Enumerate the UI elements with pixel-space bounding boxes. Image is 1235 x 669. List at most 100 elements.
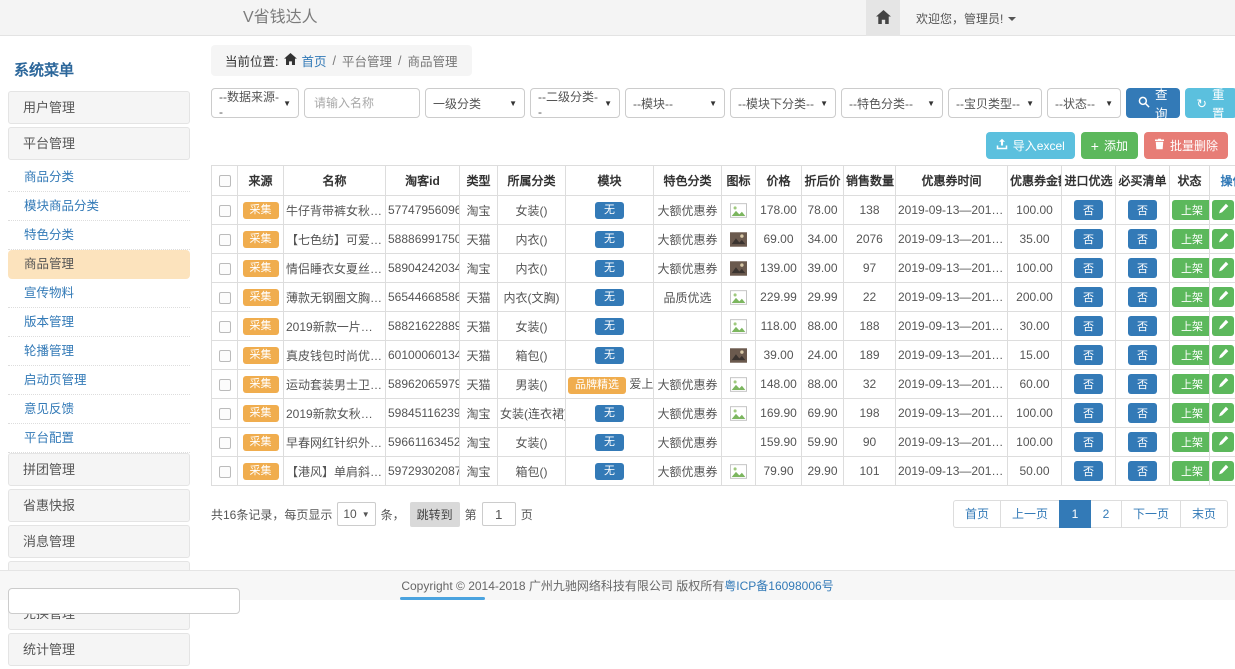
- page-button-3[interactable]: 2: [1090, 500, 1122, 528]
- sidebar-item-10[interactable]: 意见反馈: [8, 395, 190, 424]
- must-buy-toggle[interactable]: 否: [1128, 461, 1157, 481]
- edit-button[interactable]: [1212, 461, 1234, 481]
- sidebar-item-8[interactable]: 轮播管理: [8, 337, 190, 366]
- row-checkbox[interactable]: [219, 466, 231, 478]
- status-button[interactable]: 上架: [1172, 316, 1210, 336]
- edit-button[interactable]: [1212, 345, 1234, 365]
- row-checkbox[interactable]: [219, 205, 231, 217]
- filter-select-7[interactable]: --宝贝类型--▼: [948, 88, 1042, 118]
- import-select-toggle[interactable]: 否: [1074, 374, 1103, 394]
- page-button-4[interactable]: 下一页: [1121, 500, 1181, 528]
- import-select-toggle[interactable]: 否: [1074, 200, 1103, 220]
- sidebar-item-4[interactable]: 特色分类: [8, 221, 190, 250]
- import-select-toggle[interactable]: 否: [1074, 229, 1103, 249]
- home-button[interactable]: [866, 0, 900, 36]
- must-buy-toggle[interactable]: 否: [1128, 432, 1157, 452]
- import-select-toggle[interactable]: 否: [1074, 287, 1103, 307]
- sidebar-item-2[interactable]: 商品分类: [8, 163, 190, 192]
- sidebar-item-11[interactable]: 平台配置: [8, 424, 190, 453]
- sidebar-item-1[interactable]: 平台管理: [8, 127, 190, 160]
- must-buy-toggle[interactable]: 否: [1128, 374, 1157, 394]
- must-buy-toggle[interactable]: 否: [1128, 345, 1157, 365]
- import-select-toggle[interactable]: 否: [1074, 316, 1103, 336]
- import-select-toggle[interactable]: 否: [1074, 345, 1103, 365]
- must-buy-toggle[interactable]: 否: [1128, 403, 1157, 423]
- edit-button[interactable]: [1212, 403, 1234, 423]
- sidebar-item-0[interactable]: 用户管理: [8, 91, 190, 124]
- status-button[interactable]: 上架: [1172, 432, 1210, 452]
- filter-select-3[interactable]: --二级分类--▼: [530, 88, 620, 118]
- sidebar-item-13[interactable]: 省惠快报: [8, 489, 190, 522]
- edit-button[interactable]: [1212, 200, 1234, 220]
- edit-button[interactable]: [1212, 432, 1234, 452]
- taoke-id: 565446685867: [386, 283, 460, 312]
- import-select-toggle[interactable]: 否: [1074, 432, 1103, 452]
- sidebar-item-3[interactable]: 模块商品分类: [8, 192, 190, 221]
- row-checkbox[interactable]: [219, 263, 231, 275]
- sidebar-item-14[interactable]: 消息管理: [8, 525, 190, 558]
- filter-select-6[interactable]: --特色分类--▼: [841, 88, 943, 118]
- user-menu[interactable]: 欢迎您，管理员!: [916, 10, 1016, 27]
- row-checkbox[interactable]: [219, 292, 231, 304]
- jump-button[interactable]: 跳转到: [410, 502, 460, 527]
- must-buy-toggle[interactable]: 否: [1128, 229, 1157, 249]
- reset-button[interactable]: ↻ 重置: [1185, 88, 1235, 118]
- row-checkbox[interactable]: [219, 437, 231, 449]
- edit-button[interactable]: [1212, 258, 1234, 278]
- row-checkbox[interactable]: [219, 321, 231, 333]
- taoke-id: 601000601341: [386, 341, 460, 370]
- edit-button[interactable]: [1212, 229, 1234, 249]
- sales-count: 2076: [844, 225, 896, 254]
- status-button[interactable]: 上架: [1172, 229, 1210, 249]
- filter-select-5[interactable]: --模块下分类--▼: [730, 88, 836, 118]
- status-button[interactable]: 上架: [1172, 374, 1210, 394]
- page-button-0[interactable]: 首页: [953, 500, 1001, 528]
- sidebar-item-17[interactable]: 统计管理: [8, 633, 190, 666]
- import-excel-button[interactable]: 导入excel: [986, 132, 1075, 159]
- breadcrumb-home-link[interactable]: 首页: [301, 51, 326, 70]
- bulk-delete-button[interactable]: 批量删除: [1144, 132, 1228, 159]
- sidebar-item-5[interactable]: 商品管理: [8, 250, 190, 279]
- import-select-toggle[interactable]: 否: [1074, 258, 1103, 278]
- select-all-checkbox[interactable]: [219, 175, 231, 187]
- breadcrumb-item[interactable]: 商品管理: [407, 51, 457, 70]
- filter-select-8[interactable]: --状态--▼: [1047, 88, 1121, 118]
- row-checkbox[interactable]: [219, 234, 231, 246]
- edit-button[interactable]: [1212, 287, 1234, 307]
- add-button[interactable]: + 添加: [1081, 132, 1138, 159]
- per-page-select[interactable]: 10▼: [337, 502, 375, 526]
- must-buy-toggle[interactable]: 否: [1128, 200, 1157, 220]
- name-search-input[interactable]: [304, 88, 420, 118]
- sidebar-item-6[interactable]: 宣传物料: [8, 279, 190, 308]
- page-number-input[interactable]: [482, 502, 516, 526]
- sidebar-item-9[interactable]: 启动页管理: [8, 366, 190, 395]
- icp-link[interactable]: 粤ICP备16098006号: [724, 577, 833, 594]
- breadcrumb-item[interactable]: 平台管理: [342, 51, 392, 70]
- filter-select-4[interactable]: --模块--▼: [625, 88, 725, 118]
- must-buy-toggle[interactable]: 否: [1128, 258, 1157, 278]
- page-button-2[interactable]: 1: [1059, 500, 1091, 528]
- status-button[interactable]: 上架: [1172, 403, 1210, 423]
- status-button[interactable]: 上架: [1172, 287, 1210, 307]
- import-select-toggle[interactable]: 否: [1074, 403, 1103, 423]
- page-button-1[interactable]: 上一页: [1000, 500, 1060, 528]
- must-buy-toggle[interactable]: 否: [1128, 316, 1157, 336]
- row-checkbox[interactable]: [219, 350, 231, 362]
- status-button[interactable]: 上架: [1172, 461, 1210, 481]
- edit-button[interactable]: [1212, 316, 1234, 336]
- edit-button[interactable]: [1212, 374, 1234, 394]
- sidebar-item-12[interactable]: 拼团管理: [8, 453, 190, 486]
- page-button-5[interactable]: 末页: [1180, 500, 1228, 528]
- status-button[interactable]: 上架: [1172, 258, 1210, 278]
- filter-select-2[interactable]: 一级分类▼: [425, 88, 525, 118]
- filter-select-0[interactable]: --数据来源--▼: [211, 88, 299, 118]
- coupon-time: 2019-09-13—2019-09-18: [896, 225, 1008, 254]
- import-select-toggle[interactable]: 否: [1074, 461, 1103, 481]
- must-buy-toggle[interactable]: 否: [1128, 287, 1157, 307]
- row-checkbox[interactable]: [219, 379, 231, 391]
- row-checkbox[interactable]: [219, 408, 231, 420]
- sidebar-item-7[interactable]: 版本管理: [8, 308, 190, 337]
- status-button[interactable]: 上架: [1172, 345, 1210, 365]
- search-button[interactable]: 查询: [1126, 88, 1180, 118]
- status-button[interactable]: 上架: [1172, 200, 1210, 220]
